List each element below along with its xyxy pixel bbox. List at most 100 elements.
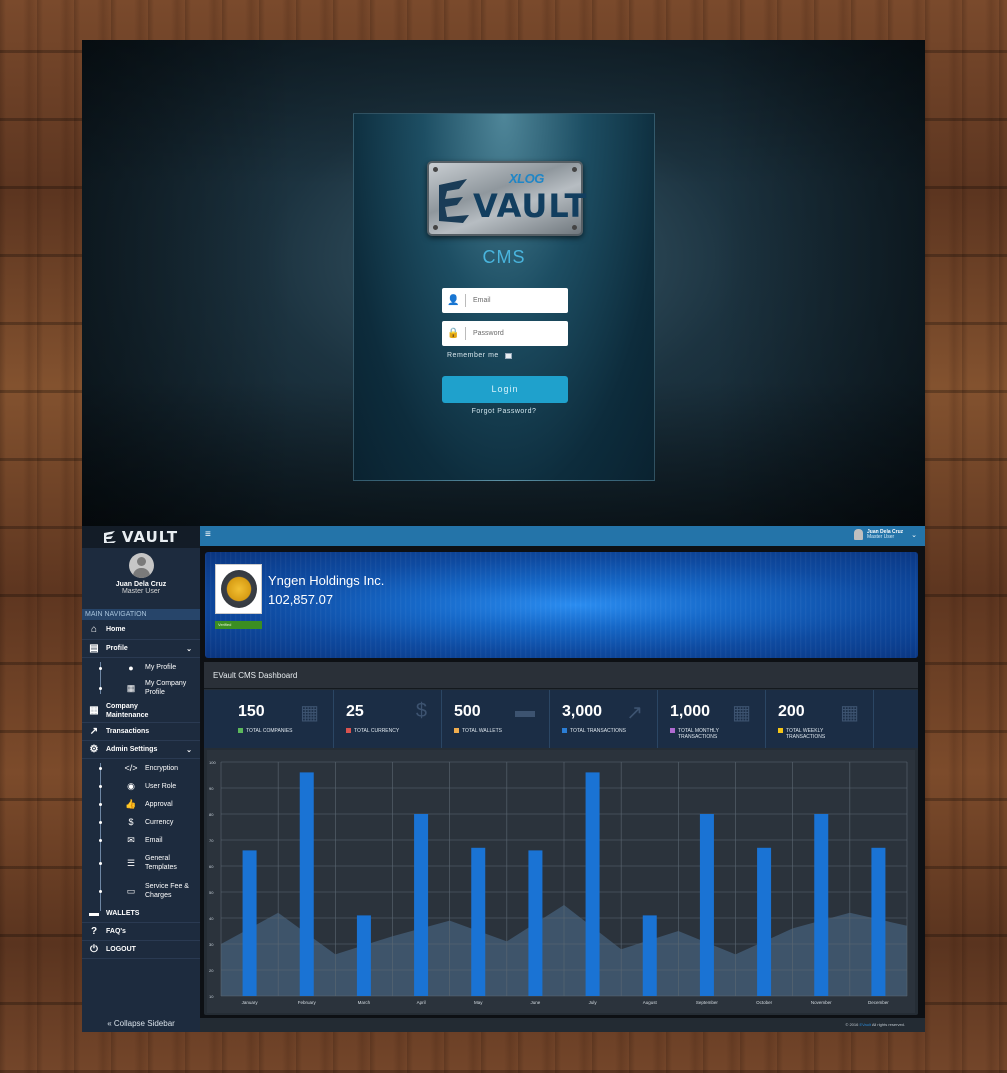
building-icon: ▦: [126, 682, 136, 693]
y-tick-label: 30: [209, 942, 214, 947]
stat-color-swatch: [778, 728, 783, 733]
sidebar-item-my-profile[interactable]: ● My Profile: [82, 658, 200, 677]
lock-icon: 🔒: [442, 327, 466, 340]
stat-color-swatch: [454, 728, 459, 733]
stat-color-swatch: [238, 728, 243, 733]
x-tick-label: February: [298, 1000, 317, 1005]
stat-label: TOTAL WEEKLY TRANSACTIONS: [778, 728, 846, 740]
code-icon: </>: [124, 763, 138, 773]
sidebar-item-admin-settings[interactable]: ⚙ Admin Settings ⌄: [82, 741, 200, 759]
sidebar-item-label: Home: [106, 626, 126, 633]
login-button[interactable]: Login: [442, 376, 568, 403]
footer: © 2016 EVault All rights reserved.: [200, 1018, 925, 1032]
stat-label-text: TOTAL CURRENCY: [354, 728, 400, 734]
dashboard-title: EVault CMS Dashboard: [204, 662, 918, 689]
stat-value: 150: [238, 703, 265, 720]
footer-copyright: © 2016: [845, 1022, 859, 1027]
sidebar-item-service-fee[interactable]: ▭ Service Fee & Charges: [82, 877, 200, 905]
x-tick-label: April: [417, 1000, 426, 1005]
sidebar: VAULT Juan Dela Cruz Master User MAIN NA…: [82, 526, 200, 1032]
stat-label: TOTAL MONTHLY TRANSACTIONS: [670, 728, 738, 740]
double-chevron-left-icon: «: [107, 1019, 112, 1028]
email-field[interactable]: 👤 Email: [442, 288, 568, 313]
sidebar-item-logout[interactable]: ⏻ LOGOUT: [82, 941, 200, 959]
screw-icon: [433, 225, 438, 230]
user-panel: Juan Dela Cruz Master User: [82, 548, 200, 609]
sidebar-item-faqs[interactable]: ? FAQ's: [82, 923, 200, 941]
footer-rights: All rights reserved.: [871, 1022, 905, 1027]
bar: [528, 850, 543, 996]
sidebar-item-label: Admin Settings: [106, 746, 158, 753]
stat-color-swatch: [670, 728, 675, 733]
bar: [471, 847, 486, 996]
sidebar-item-my-company-profile[interactable]: ▦ My Company Profile: [82, 677, 200, 699]
company-seal-icon: [221, 570, 257, 608]
forgot-password-link[interactable]: Forgot Password?: [354, 408, 654, 415]
tree-dot: [99, 862, 102, 865]
sidebar-item-label: Currency: [145, 818, 174, 826]
bar: [814, 814, 829, 996]
stat-card: 1,000 TOTAL MONTHLY TRANSACTIONS ▦: [658, 690, 766, 748]
topbar-user-role: Master User: [867, 534, 895, 540]
envelope-icon: ✉: [127, 834, 135, 845]
sidebar-item-profile[interactable]: ▤ Profile ⌄: [82, 640, 200, 658]
y-tick-label: 50: [209, 890, 214, 895]
calendar-icon: ▦: [840, 702, 859, 724]
bar: [585, 772, 600, 996]
stat-color-swatch: [562, 728, 567, 733]
sidebar-item-email[interactable]: ✉ Email: [82, 831, 200, 849]
tree-dot: [99, 767, 102, 770]
email-placeholder: Email: [473, 297, 491, 304]
user-role: Master User: [121, 588, 161, 595]
sidebar-item-currency[interactable]: $ Currency: [82, 813, 200, 831]
user-menu[interactable]: Juan Dela Cruz Master User ⌄: [854, 529, 917, 540]
y-tick-label: 40: [209, 916, 214, 921]
chart-area: 10 20 30 40 50 60 70 80 90 100 January February Marc…: [207, 750, 915, 1013]
sidebar-item-transactions[interactable]: ↗ Transactions: [82, 723, 200, 741]
hamburger-menu-icon[interactable]: ≡: [205, 529, 211, 540]
tree-dot: [99, 785, 102, 788]
building-icon: ▦: [89, 705, 99, 716]
password-field[interactable]: 🔒 Password: [442, 321, 568, 346]
sidebar-brand[interactable]: VAULT: [82, 526, 200, 548]
avatar: [854, 529, 863, 540]
stats-row: 150 TOTAL COMPANIES ▦ 25 TOTAL CURRENCY $500 T…: [204, 690, 918, 748]
stat-label: TOTAL COMPANIES: [238, 728, 306, 734]
bar: [871, 847, 886, 996]
company-banner: Verified Yngen Holdings Inc. 102,857.07: [205, 552, 918, 658]
money-bill-icon: ▭: [126, 885, 136, 896]
password-placeholder: Password: [473, 330, 504, 337]
bar: [242, 850, 257, 996]
sidebar-item-general-templates[interactable]: ☰ General Templates: [82, 849, 200, 877]
remember-checkbox[interactable]: [504, 352, 512, 359]
x-tick-label: July: [589, 1000, 598, 1005]
sidebar-item-company-maintenance[interactable]: ▦ Company Maintenance: [82, 699, 200, 723]
stat-value: 3,000: [562, 703, 603, 720]
stat-label-text: TOTAL WALLETS: [462, 728, 503, 734]
vault-label: VAULT: [473, 187, 588, 225]
stat-card: 200 TOTAL WEEKLY TRANSACTIONS ▦: [766, 690, 874, 748]
collapse-sidebar-button[interactable]: « Collapse Sidebar: [82, 1019, 200, 1028]
sidebar-item-user-role[interactable]: ◉ User Role: [82, 777, 200, 795]
sidebar-item-home[interactable]: ⌂ Home: [82, 620, 200, 640]
screw-icon: [572, 167, 577, 172]
sidebar-item-wallets[interactable]: ▬ WALLETS: [82, 905, 200, 923]
chevron-down-icon: ⌄: [186, 645, 192, 653]
user-circle-icon: ◉: [127, 780, 135, 791]
hand-dollar-icon: $: [128, 817, 134, 827]
sliders-icon: ☰: [126, 857, 136, 868]
monthly-chart: 10 20 30 40 50 60 70 80 90 100 January February Marc…: [209, 760, 908, 1005]
login-card: XLOG VAULT CMS 👤 Email 🔒 Password Rememb…: [353, 113, 655, 481]
tree-dot: [99, 890, 102, 893]
sidebar-item-approval[interactable]: 👍 Approval: [82, 795, 200, 813]
bar: [299, 772, 314, 996]
footer-brand-link[interactable]: EVault: [859, 1022, 871, 1027]
company-name: Yngen Holdings Inc.: [268, 573, 385, 588]
evault-shield-icon: [103, 531, 116, 543]
sidebar-item-encryption[interactable]: </> Encryption: [82, 759, 200, 777]
verified-badge: Verified: [215, 621, 262, 629]
stat-label-text: TOTAL COMPANIES: [246, 728, 293, 734]
gears-icon: ⚙: [89, 744, 99, 755]
remember-me[interactable]: Remember me: [447, 352, 512, 359]
evault-shield-icon: [439, 179, 469, 223]
